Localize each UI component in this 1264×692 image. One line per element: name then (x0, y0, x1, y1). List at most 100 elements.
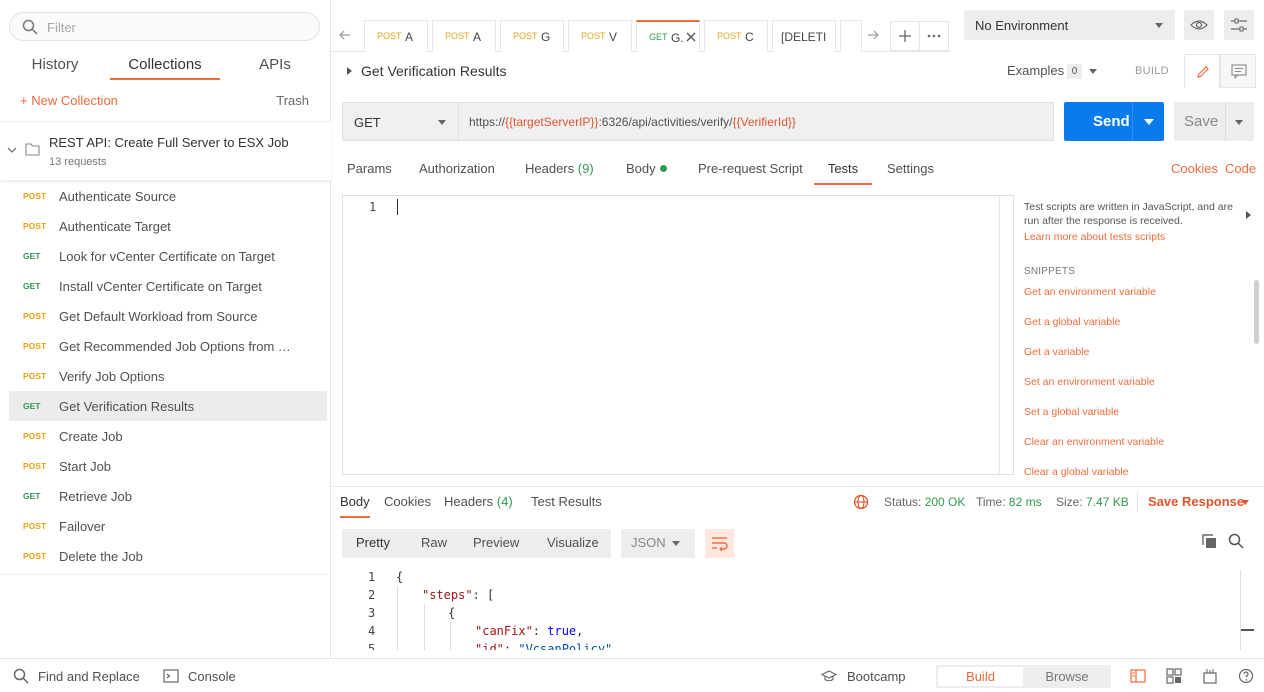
tab-body[interactable]: Body (626, 161, 667, 185)
tab-params[interactable]: Params (347, 161, 392, 185)
list-item[interactable]: POST Verify Job Options (9, 361, 327, 391)
list-item[interactable]: POST Authenticate Source (9, 181, 327, 211)
build-mode-button[interactable]: Build (938, 667, 1023, 686)
list-item-selected[interactable]: GET Get Verification Results (9, 391, 327, 421)
browse-mode-button[interactable]: Browse (1025, 667, 1109, 686)
tab-tests[interactable]: Tests (814, 161, 872, 185)
tab-collections[interactable]: Collections (110, 56, 220, 80)
request-tab[interactable]: POST G (500, 20, 564, 52)
copy-icon[interactable] (1202, 534, 1217, 549)
language-select[interactable]: JSON (621, 529, 695, 558)
response-tab-headers[interactable]: Headers (4) (444, 494, 513, 518)
list-item[interactable]: POST Authenticate Target (9, 211, 327, 241)
list-item[interactable]: GET Retrieve Job (9, 481, 327, 511)
tab-options-button[interactable] (919, 21, 949, 51)
snippet-item[interactable]: Set an environment variable (1024, 376, 1155, 388)
request-tab[interactable]: POST A (364, 20, 428, 52)
snippet-item[interactable]: Clear an environment variable (1024, 436, 1164, 448)
code-link[interactable]: Code (1225, 161, 1256, 176)
arrow-right-icon[interactable] (866, 28, 880, 42)
manage-environments-button[interactable] (1224, 10, 1254, 40)
request-title[interactable]: Get Verification Results (361, 63, 507, 79)
request-tab[interactable]: POST V (568, 20, 632, 52)
request-tab-partial[interactable] (840, 20, 862, 52)
collection-header[interactable]: REST API: Create Full Server to ESX Job … (0, 121, 331, 180)
edit-button[interactable] (1184, 54, 1220, 88)
examples-label[interactable]: Examples (1007, 63, 1064, 78)
save-button[interactable]: Save (1174, 102, 1254, 141)
format-raw[interactable]: Raw (421, 535, 447, 550)
search-icon[interactable] (1228, 533, 1244, 549)
response-tab-test-results[interactable]: Test Results (531, 494, 602, 518)
tab-settings[interactable]: Settings (887, 161, 934, 185)
tab-headers[interactable]: Headers (9) (525, 161, 594, 185)
filter-field[interactable] (9, 12, 320, 41)
response-scrollbar[interactable] (1240, 570, 1241, 650)
tab-authorization[interactable]: Authorization (419, 161, 495, 185)
chevron-down-icon[interactable] (1241, 500, 1249, 505)
snippet-item[interactable]: Get a variable (1024, 346, 1089, 358)
globe-icon[interactable] (853, 494, 869, 510)
request-tab[interactable]: POST A (432, 20, 496, 52)
request-tab[interactable]: [DELETI (772, 20, 836, 52)
trash-button[interactable]: Trash (276, 93, 309, 108)
snippet-item[interactable]: Clear a global variable (1024, 466, 1128, 478)
bootcamp-button[interactable]: Bootcamp (847, 669, 906, 684)
find-and-replace-button[interactable]: Find and Replace (38, 669, 140, 684)
chevron-down-icon[interactable] (1144, 119, 1154, 125)
snippet-item[interactable]: Set a global variable (1024, 406, 1119, 418)
save-response-button[interactable]: Save Response (1148, 494, 1244, 509)
layout-grid-icon[interactable] (1166, 668, 1182, 684)
close-icon[interactable] (686, 32, 696, 42)
filter-input[interactable] (47, 17, 307, 37)
send-button[interactable]: Send (1064, 102, 1164, 141)
chevron-down-icon[interactable] (1235, 120, 1243, 125)
cookies-link[interactable]: Cookies (1171, 161, 1218, 176)
format-pretty[interactable]: Pretty (356, 535, 390, 550)
snippets-scrollbar[interactable] (1254, 280, 1259, 344)
list-item[interactable]: POST Get Default Workload from Source (9, 301, 327, 331)
chevron-down-icon[interactable] (1089, 69, 1097, 74)
list-item[interactable]: GET Look for vCenter Certificate on Targe… (9, 241, 327, 271)
environment-select[interactable]: No Environment (964, 10, 1175, 40)
save-label: Save (1184, 113, 1219, 130)
url-input[interactable]: https://{{targetServerIP}}:6326/api/acti… (458, 102, 1054, 141)
snippet-item[interactable]: Get a global variable (1024, 316, 1120, 328)
list-item[interactable]: GET Install vCenter Certificate on Target (9, 271, 327, 301)
new-tab-button[interactable] (890, 21, 920, 51)
console-button[interactable]: Console (188, 669, 236, 684)
minimize-icon[interactable] (1241, 629, 1254, 631)
method-select[interactable]: GET (342, 102, 458, 141)
list-item[interactable]: POST Failover (9, 511, 327, 541)
chevron-down-icon[interactable] (6, 144, 18, 156)
format-visualize[interactable]: Visualize (547, 535, 599, 550)
tests-editor[interactable]: 1 (342, 195, 1014, 475)
documentation-button[interactable] (1220, 54, 1256, 88)
response-tab-body[interactable]: Body (340, 494, 370, 518)
editor-scrollbar[interactable] (999, 196, 1013, 474)
response-tab-cookies[interactable]: Cookies (384, 494, 431, 518)
arrow-left-icon[interactable] (338, 28, 352, 42)
list-item[interactable]: POST Create Job (9, 421, 327, 451)
snippet-item[interactable]: Get an environment variable (1024, 286, 1156, 298)
environment-quick-look-button[interactable] (1184, 10, 1214, 40)
tab-prerequest-script[interactable]: Pre-request Script (698, 161, 803, 185)
request-tab-active[interactable]: GET G. (636, 20, 700, 52)
list-item[interactable]: POST Get Recommended Job Options from T..… (9, 331, 327, 361)
learn-more-link[interactable]: Learn more about tests scripts (1024, 231, 1256, 243)
list-item[interactable]: POST Delete the Job (9, 541, 327, 571)
chevron-right-icon[interactable] (1246, 211, 1251, 219)
runner-icon[interactable] (1202, 668, 1218, 684)
tab-apis[interactable]: APIs (258, 56, 292, 80)
format-preview[interactable]: Preview (473, 535, 519, 550)
new-collection-button[interactable]: + New Collection (20, 93, 118, 108)
help-icon[interactable] (1238, 668, 1254, 684)
request-tab[interactable]: POST C (704, 20, 768, 52)
list-item[interactable]: POST Start Job (9, 451, 327, 481)
chevron-right-icon[interactable] (347, 67, 352, 75)
tab-history[interactable]: History (31, 56, 79, 80)
response-body-viewer[interactable]: 1 { 2 "steps": [ 3 { 4 "canFix": true, 5 "id"… (342, 568, 1242, 650)
two-pane-view-icon[interactable] (1130, 668, 1146, 684)
method-badge: POST (23, 221, 47, 231)
wrap-lines-button[interactable] (705, 529, 734, 558)
